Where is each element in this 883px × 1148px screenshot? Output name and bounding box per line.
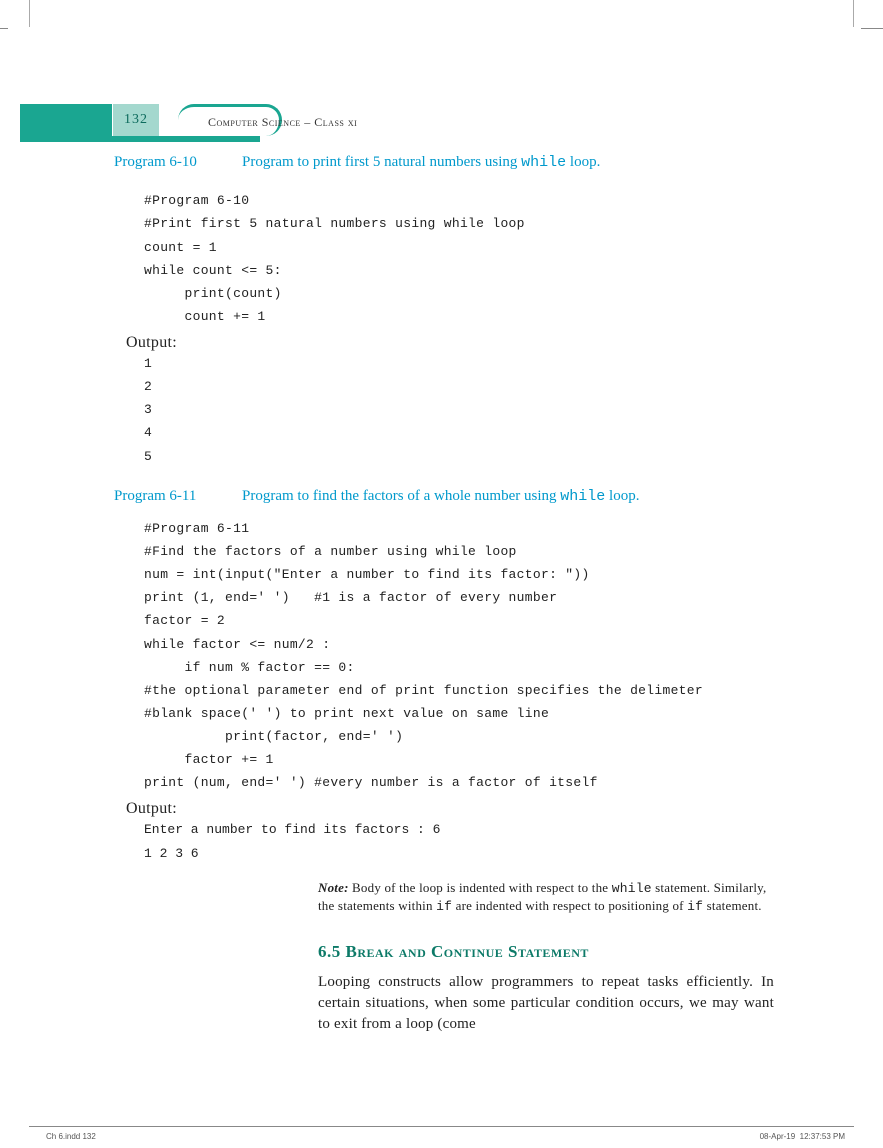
header-green-bar <box>20 136 260 142</box>
program-desc: Program to print first 5 natural numbers… <box>242 152 794 173</box>
note-block: Note: Body of the loop is indented with … <box>318 879 774 916</box>
program-610-title: Program 6-10 Program to print first 5 na… <box>114 152 794 173</box>
footer-right: 08-Apr-19 12:37:53 PM <box>760 1132 845 1141</box>
program-desc: Program to find the factors of a whole n… <box>242 486 794 507</box>
body-paragraph: Looping constructs allow programmers to … <box>318 972 774 1036</box>
note-mono: while <box>612 881 652 896</box>
header-green-block <box>20 104 112 136</box>
program-611-code: #Program 6-11 #Find the factors of a num… <box>144 517 794 795</box>
note-bold: Note: <box>318 880 349 895</box>
footer-time: 12:37:53 PM <box>800 1132 845 1141</box>
page-content: Program 6-10 Program to print first 5 na… <box>114 152 794 1036</box>
note-text: are indented with respect to positioning… <box>452 898 687 913</box>
note-text: statement. <box>703 898 762 913</box>
desc-text: loop. <box>605 488 639 504</box>
section-title: Break and Continue Statement <box>346 942 589 961</box>
section-heading: 6.5 Break and Continue Statement <box>318 942 794 962</box>
program-number: Program 6-11 <box>114 486 242 507</box>
program-611-output: Enter a number to find its factors : 6 1… <box>144 818 794 864</box>
desc-mono: while <box>560 488 605 505</box>
desc-mono: while <box>521 154 566 171</box>
rule-left <box>0 28 8 29</box>
page-top-border <box>29 0 854 27</box>
section-number: 6.5 <box>318 942 341 961</box>
output-label: Output: <box>126 334 794 352</box>
program-610-code: #Program 6-10 #Print first 5 natural num… <box>144 189 794 328</box>
footer-rule <box>29 1126 854 1127</box>
book-title: Computer Science – Class xi <box>208 115 357 130</box>
page-number: 132 <box>113 104 159 136</box>
desc-text: Program to find the factors of a whole n… <box>242 488 560 504</box>
footer-left: Ch 6.indd 132 <box>46 1132 96 1141</box>
program-number: Program 6-10 <box>114 152 242 173</box>
note-text: Body of the loop is indented with respec… <box>349 880 612 895</box>
footer-date: 08-Apr-19 <box>760 1132 796 1141</box>
note-mono: if <box>436 899 452 914</box>
note-mono: if <box>687 899 703 914</box>
desc-text: Program to print first 5 natural numbers… <box>242 154 521 170</box>
rule-right <box>861 28 883 29</box>
desc-text: loop. <box>566 154 600 170</box>
program-610-output: 1 2 3 4 5 <box>144 352 794 468</box>
program-611-title: Program 6-11 Program to find the factors… <box>114 486 794 507</box>
output-label: Output: <box>126 800 794 818</box>
